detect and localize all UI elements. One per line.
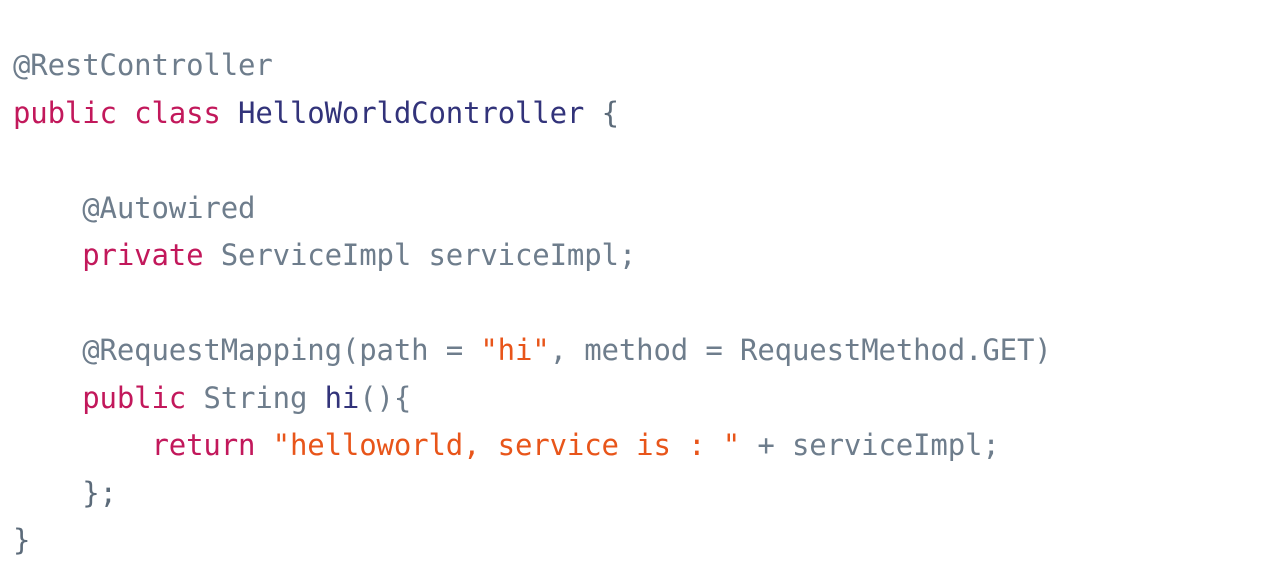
code-token-anno: @RestController — [13, 48, 273, 82]
code-token-type: HelloWorldController — [238, 95, 585, 130]
code-line: @RequestMapping(path = "hi", method = Re… — [13, 327, 1052, 375]
code-token-plain: (){ — [359, 380, 412, 415]
code-token-keyword: public — [82, 380, 187, 415]
code-token-brace: } — [13, 523, 31, 557]
code-token-anno: @Autowired — [82, 190, 256, 225]
code-line: public String hi(){ — [13, 375, 1052, 423]
code-viewer[interactable]: @RestController public class HelloWorldCo… — [0, 0, 1280, 578]
code-token-string: "hi" — [480, 333, 550, 367]
code-token-string: "helloworld, service is : " — [272, 428, 741, 462]
code-token-keyword: return — [151, 428, 256, 462]
code-line: return "helloworld, service is : " + ser… — [13, 422, 1052, 470]
code-line: }; — [13, 470, 1052, 518]
code-token-plain: , method = RequestMethod.GET) — [549, 333, 1052, 367]
code-line: @Autowired — [13, 185, 1052, 233]
code-token-keyword: private — [82, 238, 204, 272]
code-line: } — [13, 517, 1052, 565]
code-token-type: hi — [324, 380, 360, 415]
code-token-plain: ServiceImpl serviceImpl; — [220, 238, 637, 272]
code-token-brace: }; — [82, 475, 117, 510]
code-token-plain: @RequestMapping(path = — [82, 333, 481, 367]
code-token-keyword: public — [13, 95, 117, 130]
code-line: public class HelloWorldController { — [13, 90, 1052, 138]
source-code-block[interactable]: @RestController public class HelloWorldCo… — [13, 42, 1052, 565]
code-token-brace: { — [601, 95, 619, 130]
code-token-plain: + serviceImpl; — [740, 428, 1000, 462]
code-line: @RestController — [13, 42, 1052, 90]
code-token-plain: String — [203, 380, 308, 415]
code-token-keyword: class — [134, 95, 221, 130]
code-line: private ServiceImpl serviceImpl; — [13, 232, 1052, 280]
